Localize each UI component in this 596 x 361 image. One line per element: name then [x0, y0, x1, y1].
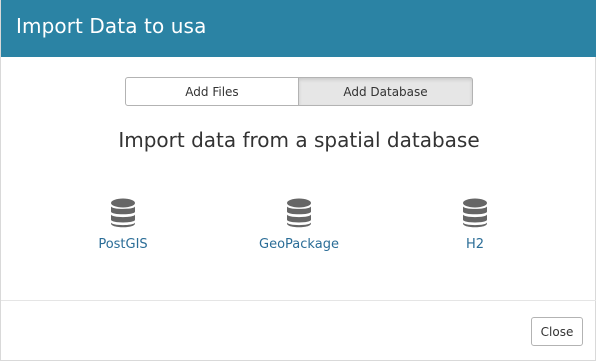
close-button[interactable]: Close — [531, 317, 583, 346]
source-h2[interactable]: H2 — [405, 198, 545, 252]
tab-add-database[interactable]: Add Database — [299, 77, 473, 106]
database-icon — [111, 198, 135, 228]
section-heading: Import data from a spatial database — [118, 128, 480, 152]
database-icon — [463, 198, 487, 228]
dialog-title: Import Data to usa — [16, 14, 207, 38]
tab-add-files[interactable]: Add Files — [125, 77, 299, 106]
source-postgis[interactable]: PostGIS — [53, 198, 193, 252]
footer-divider — [1, 300, 596, 301]
source-geopackage[interactable]: GeoPackage — [229, 198, 369, 252]
source-label-h2[interactable]: H2 — [405, 237, 545, 252]
dialog-header: Import Data to usa — [1, 0, 596, 57]
source-type-tabs: Add Files Add Database — [125, 77, 473, 106]
source-label-postgis[interactable]: PostGIS — [53, 237, 193, 252]
database-icon — [287, 198, 311, 228]
source-label-geopackage[interactable]: GeoPackage — [229, 237, 369, 252]
import-data-dialog: Import Data to usa Add Files Add Databas… — [0, 0, 596, 361]
